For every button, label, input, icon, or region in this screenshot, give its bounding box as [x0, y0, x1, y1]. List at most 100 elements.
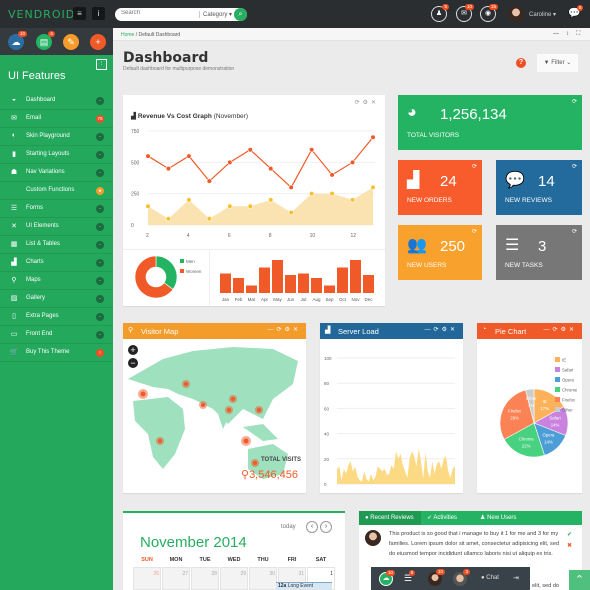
- info-button[interactable]: i: [92, 7, 105, 20]
- sidebar-item-email[interactable]: ✉ Email 78: [0, 110, 113, 128]
- refresh-icon[interactable]: ⟳: [277, 327, 285, 333]
- sidebar-item-front-end[interactable]: ▭ Front End -: [0, 326, 113, 344]
- close-icon[interactable]: ✕: [293, 327, 301, 333]
- sidebar-item-skin-playground[interactable]: ◐ Skin Playground -: [0, 128, 113, 146]
- tasks-icon: ☰: [505, 237, 520, 254]
- refresh-icon[interactable]: ⟳: [472, 163, 477, 170]
- stat-new-reviews[interactable]: 💬 14 NEW REVIEWS ⟳: [496, 160, 582, 215]
- sidebar-item-custom-functions[interactable]: Custom Functions ★: [0, 182, 113, 200]
- tab-recent-reviews[interactable]: ● Recent Reviews: [359, 511, 421, 525]
- close-icon[interactable]: ✕: [569, 327, 577, 333]
- globe-button[interactable]: ◉ 15: [480, 4, 498, 22]
- sidebar-item-gallery[interactable]: ▨ Gallery -: [0, 290, 113, 308]
- sidebar-item-nav-variations[interactable]: ☗ Nav Variations -: [0, 164, 113, 182]
- sidebar-collapse-button[interactable]: ⫶: [96, 59, 107, 70]
- category-dropdown[interactable]: Category ▾: [199, 11, 232, 18]
- news-shortcut[interactable]: ▤ 6: [36, 31, 55, 50]
- filter-button[interactable]: ▼ Filter ⌄: [537, 54, 578, 72]
- cloud-button[interactable]: ☁ 10: [379, 570, 395, 586]
- close-icon[interactable]: ✕: [450, 327, 458, 333]
- logo[interactable]: VENDROID: [8, 8, 75, 21]
- weekday-thu: THU: [257, 557, 269, 563]
- gear-icon[interactable]: ⚙: [561, 327, 569, 333]
- today-button[interactable]: today: [281, 524, 296, 530]
- y-tick-label: 60: [324, 406, 330, 411]
- x-tick-label: 4: [187, 233, 190, 239]
- refresh-icon[interactable]: ⟳: [553, 327, 561, 333]
- breadcrumb: Home / Default Dashboard: [121, 32, 181, 38]
- monthly-bar-chart: Jan Feb Mar Apr May Jun Jul Aug Sep Oct Nov Dec: [220, 260, 374, 302]
- sidebar-item-forms[interactable]: ☰ Forms -: [0, 200, 113, 218]
- slice-label: Other: [526, 396, 537, 401]
- list-button[interactable]: ☰ 8: [404, 570, 416, 584]
- stat-new-users[interactable]: 👥 250 NEW USERS ⟳: [398, 225, 482, 280]
- sidebar-item-badge: -: [96, 259, 104, 267]
- fullscreen-icon[interactable]: ⛶: [576, 31, 580, 38]
- add-shortcut[interactable]: +: [90, 34, 106, 50]
- x-tick-label: Sep: [325, 297, 334, 302]
- signout-icon[interactable]: ⇥: [513, 574, 519, 582]
- minimize-icon[interactable]: —: [268, 327, 277, 333]
- sidebar-item-dashboard[interactable]: ◒ Dashboard -: [0, 92, 113, 110]
- minimize-icon[interactable]: —: [544, 327, 553, 333]
- menu-toggle-button[interactable]: ≡: [73, 7, 86, 20]
- search-input[interactable]: [121, 10, 196, 16]
- close-icon[interactable]: ✕: [371, 100, 379, 106]
- reject-icon[interactable]: ✖: [567, 542, 572, 549]
- vertical-resize-icon[interactable]: ↕: [566, 31, 569, 37]
- bar-nov: [350, 260, 361, 293]
- legend-swatch: [180, 259, 184, 263]
- slice-label: Safari: [549, 416, 560, 421]
- sidebar-item-ui-elements[interactable]: ✕ UI Elements -: [0, 218, 113, 236]
- stat-new-tasks[interactable]: ☰ 3 NEW TASKS ⟳: [496, 225, 582, 280]
- stat-total-visitors[interactable]: ◕ 1,256,134 TOTAL VISITORS ⟳: [398, 95, 582, 150]
- gear-icon[interactable]: ⚙: [285, 327, 293, 333]
- scroll-top-button[interactable]: ⌃: [569, 570, 590, 590]
- user-menu[interactable]: Caroline ▾: [529, 11, 556, 18]
- gear-icon[interactable]: ⚙: [442, 327, 450, 333]
- chat-button[interactable]: ● Chat: [481, 575, 499, 581]
- contact-avatar[interactable]: 10: [428, 569, 445, 586]
- minimize-icon[interactable]: —: [553, 31, 559, 37]
- sidebar-item-extra-pages[interactable]: ▯ Extra Pages -: [0, 308, 113, 326]
- prev-month-button[interactable]: ‹: [306, 521, 318, 533]
- refresh-icon[interactable]: ⟳: [572, 98, 577, 105]
- refresh-icon[interactable]: ⟳: [572, 228, 577, 235]
- x-tick-label: Apr: [261, 297, 269, 302]
- refresh-icon[interactable]: ⟳: [472, 228, 477, 235]
- weekday-mon: MON: [169, 557, 183, 563]
- approve-icon[interactable]: ✔: [567, 531, 572, 538]
- tab-activities[interactable]: ➶ Activities: [421, 511, 474, 525]
- breadcrumb-home[interactable]: Home: [121, 32, 134, 38]
- chat-button[interactable]: 💬 8: [568, 5, 584, 19]
- reviewer-avatar[interactable]: [365, 530, 381, 546]
- cloud-shortcut[interactable]: ☁ 10: [8, 31, 27, 50]
- sidebar-item-maps[interactable]: ⚲ Maps -: [0, 272, 113, 290]
- refresh-icon[interactable]: ⟳: [355, 100, 363, 106]
- team-button[interactable]: ♟ 5: [431, 4, 449, 22]
- gear-icon[interactable]: ⚙: [363, 100, 371, 106]
- x-tick-label: Jan: [222, 297, 230, 302]
- sidebar-item-charts[interactable]: ▟ Charts -: [0, 254, 113, 272]
- sidebar-item-starting-layouts[interactable]: ▮ Starting Layouts -: [0, 146, 113, 164]
- refresh-icon[interactable]: ⟳: [434, 327, 442, 333]
- calendar-event[interactable]: 12a Long Event: [276, 582, 332, 590]
- search-button[interactable]: ⌕: [234, 8, 247, 21]
- mail-button[interactable]: ✉ 10: [456, 4, 474, 22]
- refresh-icon[interactable]: ⟳: [572, 163, 577, 170]
- sidebar-item-buy-this-theme[interactable]: 🛒 Buy This Theme!: [0, 344, 113, 362]
- zoom-in-button[interactable]: +: [128, 345, 138, 355]
- minimize-icon[interactable]: —: [425, 327, 434, 333]
- contact-avatar[interactable]: 3: [453, 569, 470, 586]
- stat-new-orders[interactable]: ▟ 24 NEW ORDERS ⟳: [398, 160, 482, 215]
- revenue-title: ▟ Revenue Vs Cost Graph (November): [131, 113, 248, 120]
- edit-shortcut[interactable]: ✎: [63, 34, 79, 50]
- help-icon[interactable]: ?: [516, 58, 526, 68]
- sidebar-item-list-tables[interactable]: ▦ List & Tables -: [0, 236, 113, 254]
- tab-new-users[interactable]: ♟ New Users: [474, 511, 526, 525]
- zoom-out-button[interactable]: −: [128, 358, 138, 368]
- tools-icon: ✕: [11, 223, 17, 230]
- revenue-point: [268, 165, 274, 172]
- user-avatar[interactable]: [508, 6, 524, 22]
- next-month-button[interactable]: ›: [320, 521, 332, 533]
